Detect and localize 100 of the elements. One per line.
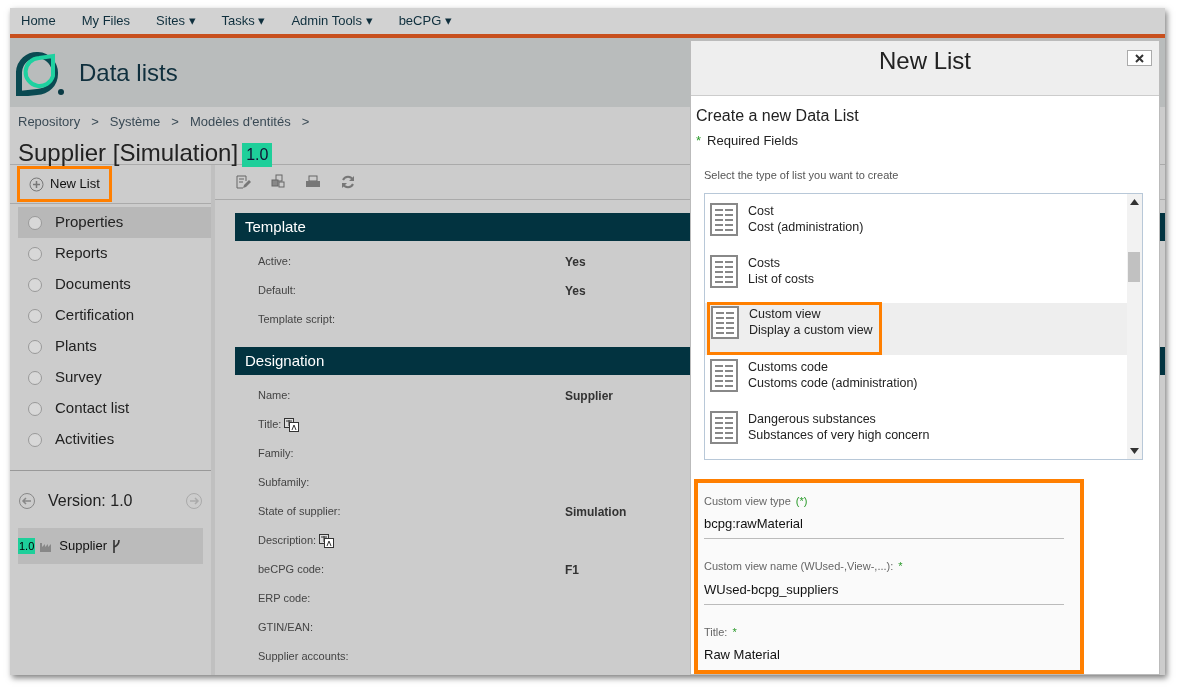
radio-icon bbox=[28, 308, 42, 323]
list-type-name: Costs bbox=[748, 254, 781, 271]
plus-icon bbox=[29, 176, 44, 192]
breadcrumb-separator: > bbox=[91, 113, 99, 131]
field-label: Family: bbox=[258, 446, 294, 462]
sidebar-item[interactable]: Survey bbox=[18, 362, 211, 393]
breadcrumb-separator: > bbox=[171, 113, 179, 131]
sidebar-item[interactable]: Reports bbox=[18, 238, 211, 269]
field-label: State of supplier: bbox=[258, 504, 341, 520]
field-label: Name: bbox=[258, 388, 291, 404]
sidebar-item[interactable]: Documents bbox=[18, 269, 211, 300]
field-label: Active: bbox=[258, 254, 291, 270]
field-label: Template script: bbox=[258, 312, 336, 328]
list-icon bbox=[711, 305, 739, 339]
version-badge: 1.0 bbox=[242, 142, 273, 167]
scrollbar[interactable] bbox=[1127, 193, 1142, 459]
scrollbar-thumb[interactable] bbox=[1128, 251, 1140, 282]
entity-title: Supplier [Simulation] bbox=[18, 137, 239, 168]
nav-link[interactable]: Sites ▾ bbox=[156, 11, 196, 31]
version-item-label: Supplier bbox=[59, 537, 107, 556]
edit-icon[interactable] bbox=[235, 174, 251, 190]
sidebar-item[interactable]: Certification bbox=[18, 300, 211, 331]
field-label: Custom view type bbox=[704, 493, 791, 509]
radio-icon bbox=[28, 215, 42, 230]
radio-icon bbox=[28, 277, 42, 292]
translate-icon[interactable] bbox=[319, 533, 335, 548]
nav-link[interactable]: Home bbox=[21, 11, 56, 31]
list-icon bbox=[710, 410, 738, 444]
field-label: Custom view name (WUsed-,View-,...): bbox=[704, 559, 894, 574]
field-value: Supplier bbox=[565, 387, 613, 405]
field-label: ERP code: bbox=[258, 591, 311, 607]
field-value: Simulation bbox=[565, 503, 627, 521]
breadcrumb-separator: > bbox=[301, 113, 310, 131]
field-label: beCPG code: bbox=[258, 562, 325, 578]
input-field[interactable]: bcpg:rawMaterial bbox=[704, 509, 1064, 539]
nav-link[interactable]: Tasks ▾ bbox=[221, 11, 266, 31]
copy-icon[interactable] bbox=[270, 174, 286, 190]
close-icon bbox=[1135, 53, 1144, 63]
nav-link[interactable]: My Files bbox=[81, 11, 131, 31]
breadcrumb-link[interactable]: Repository bbox=[18, 112, 81, 132]
nav-link[interactable]: beCPG ▾ bbox=[398, 11, 452, 31]
version-label: Version: 1.0 bbox=[48, 490, 134, 511]
list-icon bbox=[710, 202, 738, 236]
radio-icon bbox=[28, 370, 42, 385]
scroll-up-icon[interactable] bbox=[1130, 198, 1139, 205]
breadcrumb-link[interactable]: Modèles d'entités bbox=[189, 112, 291, 132]
nav-link[interactable]: Admin Tools ▾ bbox=[291, 11, 373, 31]
branch-icon bbox=[111, 538, 121, 554]
required-mark: * bbox=[696, 131, 702, 150]
required-mark: * bbox=[898, 559, 903, 574]
radio-icon bbox=[28, 401, 42, 416]
sidebar-item[interactable]: Activities bbox=[18, 424, 211, 455]
radio-icon bbox=[28, 339, 42, 354]
scroll-down-icon[interactable] bbox=[1130, 447, 1139, 454]
sidebar-item[interactable]: Plants bbox=[18, 331, 211, 362]
list-type-description: List of costs bbox=[748, 270, 814, 287]
refresh-icon[interactable] bbox=[340, 174, 356, 190]
radio-icon bbox=[28, 246, 42, 261]
required-mark: (*) bbox=[795, 493, 808, 509]
input-field[interactable]: WUsed-bcpg_suppliers bbox=[704, 574, 1064, 605]
field-label: Supplier accounts: bbox=[258, 649, 349, 665]
print-icon[interactable] bbox=[305, 174, 321, 190]
list-type-name: Customs code bbox=[748, 358, 829, 375]
list-icon bbox=[710, 358, 738, 392]
list-type-description: Display a custom view bbox=[749, 321, 873, 338]
list-type-description: Customs code (administration) bbox=[748, 374, 918, 391]
field-label: GTIN/EAN: bbox=[258, 620, 313, 636]
list-type-description: Substances of very high concern bbox=[748, 426, 930, 443]
field-label: Title: bbox=[704, 624, 728, 640]
logo-icon bbox=[15, 49, 65, 96]
dialog-heading: Create a new Data List bbox=[696, 105, 860, 126]
close-button[interactable] bbox=[1127, 50, 1152, 66]
radio-icon bbox=[28, 432, 42, 447]
translate-icon[interactable] bbox=[284, 417, 300, 432]
required-mark: * bbox=[732, 624, 737, 640]
list-type-item[interactable]: Costs List of costs bbox=[705, 250, 1127, 303]
field-label: Subfamily: bbox=[258, 475, 310, 491]
version-item[interactable]: 1.0 Supplier bbox=[18, 528, 203, 564]
field-label: Default: bbox=[258, 283, 296, 299]
required-note: Required Fields bbox=[707, 131, 799, 150]
field-value: Yes bbox=[565, 253, 586, 271]
input-field[interactable]: Raw Material bbox=[704, 640, 1064, 670]
sidebar-item[interactable]: Properties bbox=[18, 207, 211, 238]
breadcrumb-link[interactable]: Système bbox=[109, 112, 161, 132]
list-type-item[interactable]: Custom view Display a custom view bbox=[705, 302, 1127, 355]
page-title: Data lists bbox=[79, 57, 178, 88]
list-type-name: Dangerous substances bbox=[748, 410, 877, 427]
version-badge: 1.0 bbox=[18, 537, 36, 555]
field-label: Description: bbox=[258, 533, 317, 549]
list-icon bbox=[710, 254, 738, 288]
field-label: Title: bbox=[258, 417, 282, 433]
dialog-title: New List bbox=[879, 46, 971, 76]
list-type-prompt: Select the type of list you want to create bbox=[704, 168, 900, 183]
field-value: F1 bbox=[565, 561, 579, 579]
list-type-name: Custom view bbox=[749, 305, 822, 322]
new-list-button[interactable]: New List bbox=[17, 166, 112, 202]
field-value: Yes bbox=[565, 282, 586, 300]
list-type-description: Cost (administration) bbox=[748, 218, 864, 235]
list-type-item[interactable]: Dangerous substances Substances of very high concern bbox=[705, 406, 1127, 459]
sidebar-item[interactable]: Contact list bbox=[18, 393, 211, 424]
